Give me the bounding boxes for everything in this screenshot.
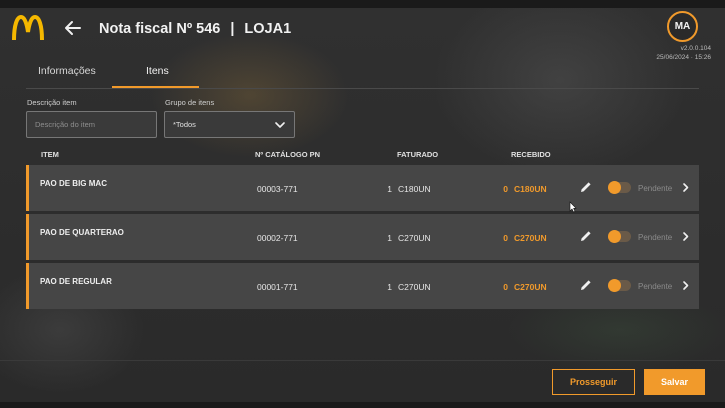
chevron-down-icon — [275, 121, 285, 128]
title-separator: | — [230, 21, 235, 37]
chevron-right-icon[interactable] — [680, 182, 691, 193]
item-name: PAO DE REGULAR — [40, 277, 112, 286]
billed-quantity: 1 — [387, 184, 392, 194]
footer-divider — [0, 360, 725, 361]
column-header-catalog: Nº CATÁLOGO PN — [255, 150, 321, 159]
toggle-knob — [608, 181, 621, 194]
table-row[interactable]: PAO DE BIG MAC 00003-771 1 C180UN 0 C180… — [26, 165, 699, 211]
group-select[interactable]: *Todos — [164, 111, 295, 138]
billed-quantity: 1 — [387, 282, 392, 292]
invoice-title: Nota fiscal Nº 546 — [99, 21, 221, 37]
received-unit: C270UN — [514, 282, 547, 292]
table-row[interactable]: PAO DE REGULAR 00001-771 1 C270UN 0 C270… — [26, 263, 699, 309]
arrow-left-icon[interactable] — [63, 18, 83, 38]
description-filter-label: Descrição item — [27, 98, 77, 107]
received-unit: C270UN — [514, 233, 547, 243]
status-label: Pendente — [638, 184, 673, 193]
version-datetime: 25/06/2024 · 15:26 — [656, 54, 711, 61]
received-quantity: 0 — [503, 282, 508, 292]
received-toggle[interactable] — [608, 279, 631, 292]
pencil-icon[interactable] — [579, 229, 593, 243]
mouse-cursor-icon — [569, 201, 577, 213]
status-label: Pendente — [638, 233, 673, 242]
column-header-received: RECEBIDO — [511, 150, 551, 159]
top-bar — [0, 0, 725, 8]
received-unit: C180UN — [514, 184, 547, 194]
pencil-icon[interactable] — [579, 278, 593, 292]
item-catalog: 00003-771 — [257, 184, 298, 194]
column-header-billed: FATURADO — [397, 150, 439, 159]
billed-unit: C270UN — [398, 233, 431, 243]
version-info: v2.0.0.104 25/06/2024 · 15:26 — [656, 44, 711, 62]
mcdonalds-logo — [12, 15, 44, 41]
received-quantity: 0 — [503, 233, 508, 243]
received-toggle[interactable] — [608, 230, 631, 243]
bottom-bar — [0, 402, 725, 408]
tab-itens[interactable]: Itens — [146, 65, 169, 77]
item-catalog: 00001-771 — [257, 282, 298, 292]
store-name: LOJA1 — [244, 21, 292, 37]
item-name: PAO DE QUARTERAO — [40, 228, 124, 237]
description-search-input[interactable] — [26, 111, 157, 138]
group-filter-label: Grupo de itens — [165, 98, 215, 107]
received-toggle[interactable] — [608, 181, 631, 194]
pencil-icon[interactable] — [579, 180, 593, 194]
item-name: PAO DE BIG MAC — [40, 179, 107, 188]
chevron-right-icon[interactable] — [680, 231, 691, 242]
column-header-item: ITEM — [41, 150, 59, 159]
save-button[interactable]: Salvar — [644, 369, 705, 395]
avatar[interactable]: MA — [667, 11, 698, 42]
billed-unit: C180UN — [398, 184, 431, 194]
status-label: Pendente — [638, 282, 673, 291]
tab-informacoes[interactable]: Informações — [38, 65, 96, 77]
toggle-knob — [608, 230, 621, 243]
tabs-divider — [26, 88, 699, 89]
proceed-button[interactable]: Prosseguir — [552, 369, 635, 395]
billed-quantity: 1 — [387, 233, 392, 243]
billed-unit: C270UN — [398, 282, 431, 292]
group-select-value: *Todos — [173, 120, 196, 129]
toggle-knob — [608, 279, 621, 292]
chevron-right-icon[interactable] — [680, 280, 691, 291]
item-catalog: 00002-771 — [257, 233, 298, 243]
version-number: v2.0.0.104 — [680, 45, 711, 52]
table-row[interactable]: PAO DE QUARTERAO 00002-771 1 C270UN 0 C2… — [26, 214, 699, 260]
page-title: Nota fiscal Nº 546 | LOJA1 — [99, 21, 291, 37]
received-quantity: 0 — [503, 184, 508, 194]
